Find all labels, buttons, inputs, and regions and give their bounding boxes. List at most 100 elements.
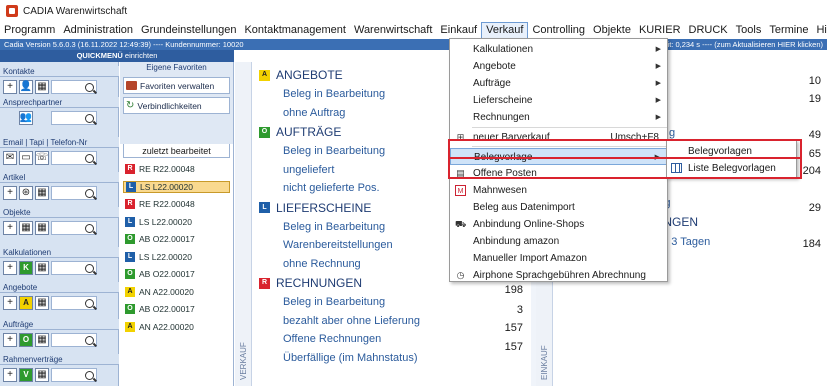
menu-item-kalkulationen[interactable]: Kalkulationen ▶: [450, 41, 667, 58]
menu-item-anbindung-online-shops[interactable]: Anbindung Online-Shops ⛟: [450, 216, 667, 233]
menu-item-angebote[interactable]: Angebote ▶: [450, 58, 667, 75]
dashboard-link[interactable]: ohne Rechnung: [283, 256, 361, 273]
submenu-belegvorlagen[interactable]: Belegvorlagen: [667, 143, 796, 160]
dashboard-link[interactable]: Beleg in Bearbeitung: [283, 143, 385, 160]
menu-druck[interactable]: DRUCK: [685, 22, 732, 39]
grid-icon[interactable]: ▦: [35, 186, 49, 200]
plus-icon[interactable]: +: [3, 333, 17, 347]
mail-icon[interactable]: ✉: [3, 151, 17, 165]
quick-search-field[interactable]: [51, 296, 97, 310]
dashboard-link[interactable]: Beleg in Bearbeitung: [283, 86, 385, 103]
quick-search-field[interactable]: [51, 80, 97, 94]
favorites-manage-button[interactable]: Favoriten verwalten: [123, 77, 230, 94]
search-icon[interactable]: [85, 82, 94, 92]
recent-item[interactable]: A AN A22.00020: [123, 321, 230, 333]
search-icon[interactable]: [85, 113, 94, 123]
section-header[interactable]: L LIEFERSCHEINE: [259, 199, 371, 217]
dashboard-link[interactable]: nicht gelieferte Pos.: [283, 180, 380, 197]
dashboard-link[interactable]: Beleg in Bearbeitung: [283, 294, 385, 311]
dashboard-link[interactable]: Überfällige (im Mahnstatus): [283, 350, 418, 367]
menu-item-manueller-import-amazon[interactable]: Manueller Import Amazon: [450, 250, 667, 267]
window-icon[interactable]: ▭: [19, 151, 33, 165]
phone-icon[interactable]: ☏: [35, 151, 49, 165]
menu-kontaktmanagement[interactable]: Kontaktmanagement: [240, 22, 350, 39]
network-icon[interactable]: ⊛: [19, 186, 33, 200]
search-icon[interactable]: [85, 370, 94, 380]
quick-search-field[interactable]: [51, 221, 97, 235]
submenu-liste-belegvorlagen[interactable]: Liste Belegvorlagen: [667, 160, 796, 177]
recent-item[interactable]: A AN A22.00020: [123, 286, 230, 298]
menu-item-aufträge[interactable]: Aufträge ▶: [450, 75, 667, 92]
quickmenu-setup-link[interactable]: einrichten: [125, 51, 158, 60]
menu-item-rechnungen[interactable]: Rechnungen ▶: [450, 109, 667, 126]
quickmenu-bar[interactable]: QUICKMENÜ einrichten: [0, 50, 234, 62]
search-icon[interactable]: [85, 335, 94, 345]
section-header[interactable]: R RECHNUNGEN: [259, 274, 362, 292]
menu-termine[interactable]: Termine: [765, 22, 812, 39]
plus-icon[interactable]: +: [3, 80, 17, 94]
quick-search-field[interactable]: [51, 333, 97, 347]
menu-item-belegvorlage[interactable]: Belegvorlage ▶: [450, 148, 667, 165]
recent-item[interactable]: R RE R22.00048: [123, 163, 230, 175]
offer-icon[interactable]: A: [19, 296, 33, 310]
plus-icon[interactable]: +: [3, 368, 17, 382]
order-icon[interactable]: O: [19, 333, 33, 347]
quick-search-field[interactable]: [51, 186, 97, 200]
search-icon[interactable]: [85, 263, 94, 273]
recent-item[interactable]: O AB O22.00017: [123, 268, 230, 280]
liabilities-button[interactable]: ↻ Verbindlichkeiten: [123, 97, 230, 114]
objects-icon[interactable]: ▦: [19, 221, 33, 235]
dashboard-link[interactable]: ungeliefert: [283, 162, 334, 179]
grid-icon[interactable]: ▦: [35, 368, 49, 382]
menu-kurier[interactable]: KURIER: [635, 22, 685, 39]
quick-search-field[interactable]: [51, 368, 97, 382]
version-bar[interactable]: Cadia Version 5.6.0.3 (16.11.2022 12:49:…: [0, 39, 827, 50]
grid-icon[interactable]: ▦: [35, 261, 49, 275]
refresh-hint[interactable]: ungszeit: 0,234 s ---- (zum Aktualisiere…: [643, 39, 827, 50]
contract-icon[interactable]: V: [19, 368, 33, 382]
menu-item-neuer-barverkauf[interactable]: neuer Barverkauf ⊞ Umsch+F8: [450, 129, 667, 146]
dashboard-link[interactable]: Beleg in Bearbeitung: [283, 219, 385, 236]
calc-icon[interactable]: K: [19, 261, 33, 275]
plus-icon[interactable]: +: [3, 221, 17, 235]
menu-item-airphone-sprachgebühren-abrechnung[interactable]: Airphone Sprachgebühren Abrechnung ◷: [450, 267, 667, 284]
dashboard-link[interactable]: ohne Auftrag: [283, 105, 345, 122]
menu-hilfe[interactable]: Hilfe: [812, 22, 827, 39]
contact-card-icon[interactable]: 👤: [19, 80, 33, 94]
menu-verkauf[interactable]: Verkauf: [481, 22, 529, 39]
plus-icon[interactable]: +: [3, 186, 17, 200]
menu-item-anbindung-amazon[interactable]: Anbindung amazon: [450, 233, 667, 250]
recent-item[interactable]: L LS L22.00020: [123, 216, 230, 228]
grid-icon[interactable]: ▦: [35, 80, 49, 94]
recent-item[interactable]: O AB O22.00017: [123, 233, 230, 245]
menu-item-offene-posten[interactable]: Offene Posten ▤: [450, 165, 667, 182]
section-header[interactable]: O AUFTRÄGE: [259, 123, 341, 141]
quick-search-field[interactable]: [51, 261, 97, 275]
menu-item-beleg-aus-datenimport[interactable]: Beleg aus Datenimport: [450, 199, 667, 216]
search-icon[interactable]: [85, 298, 94, 308]
menu-grundeinstellungen[interactable]: Grundeinstellungen: [137, 22, 240, 39]
search-icon[interactable]: [85, 223, 94, 233]
section-header[interactable]: A ANGEBOTE: [259, 66, 343, 84]
menu-einkauf[interactable]: Einkauf: [436, 22, 481, 39]
recent-item[interactable]: L LS L22.00020: [123, 251, 230, 263]
search-icon[interactable]: [85, 153, 94, 163]
grid-icon[interactable]: ▦: [35, 221, 49, 235]
grid-icon[interactable]: ▦: [35, 333, 49, 347]
quick-search-field[interactable]: [51, 111, 97, 125]
menu-objekte[interactable]: Objekte: [589, 22, 635, 39]
quick-search-field[interactable]: [51, 151, 97, 165]
plus-icon[interactable]: +: [3, 296, 17, 310]
plus-icon[interactable]: +: [3, 261, 17, 275]
menu-controlling[interactable]: Controlling: [528, 22, 589, 39]
dashboard-link[interactable]: bezahlt aber ohne Lieferung: [283, 313, 420, 330]
dashboard-link[interactable]: Offene Rechnungen: [283, 331, 381, 348]
menu-tools[interactable]: Tools: [732, 22, 766, 39]
recent-item[interactable]: R RE R22.00048: [123, 198, 230, 210]
grid-icon[interactable]: ▦: [35, 296, 49, 310]
search-icon[interactable]: [85, 188, 94, 198]
recent-item[interactable]: L LS L22.00020: [123, 180, 230, 193]
menu-item-lieferscheine[interactable]: Lieferscheine ▶: [450, 92, 667, 109]
recent-item[interactable]: O AB O22.00017: [123, 303, 230, 315]
menu-item-mahnwesen[interactable]: Mahnwesen M: [450, 182, 667, 199]
